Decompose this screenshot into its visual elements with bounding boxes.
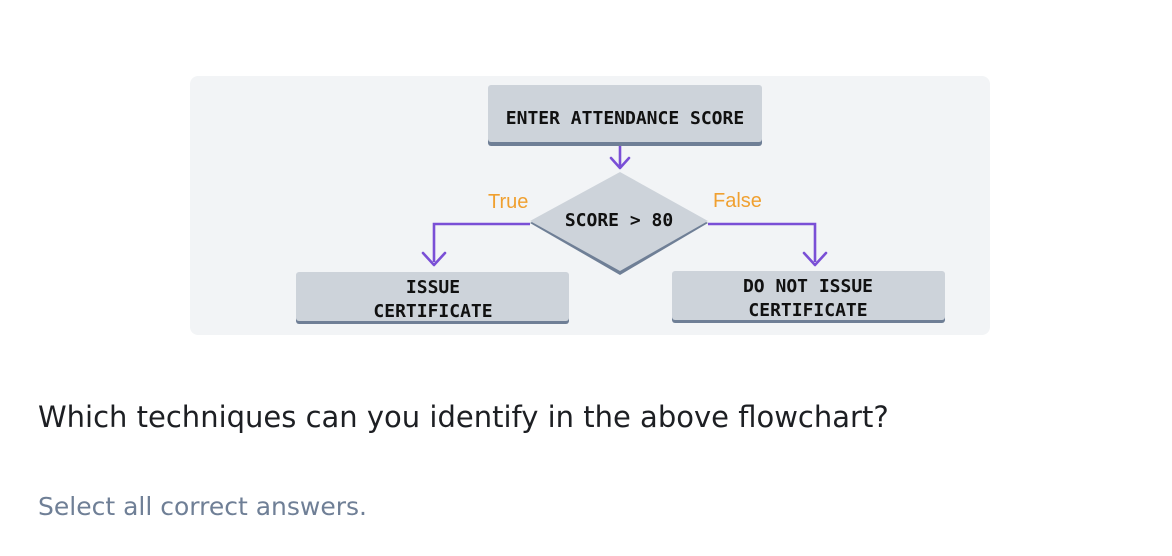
- arrow-false-branch: [708, 222, 817, 262]
- start-box: ENTER ATTENDANCE SCORE: [488, 85, 762, 146]
- false-label: False: [713, 190, 762, 212]
- question-text: Which techniques can you identify in the…: [38, 400, 889, 434]
- do-not-issue-certificate-box: DO NOT ISSUE CERTIFICATE: [672, 271, 945, 323]
- decision-label: SCORE > 80: [565, 210, 673, 231]
- issue-certificate-box: ISSUE CERTIFICATE: [296, 272, 569, 324]
- arrow-true-branch: [432, 222, 530, 262]
- flowchart-panel: ENTER ATTENDANCE SCORE SCORE > 80 True F…: [190, 76, 990, 335]
- issue-certificate-line2: CERTIFICATE: [373, 301, 492, 322]
- decision-diamond: SCORE > 80: [530, 172, 708, 275]
- do-not-issue-line1: DO NOT ISSUE: [743, 276, 873, 297]
- true-label: True: [488, 191, 528, 213]
- do-not-issue-line2: CERTIFICATE: [748, 300, 867, 321]
- instruction-text: Select all correct answers.: [38, 492, 367, 521]
- start-box-label: ENTER ATTENDANCE SCORE: [506, 108, 744, 129]
- flowchart-diagram: ENTER ATTENDANCE SCORE SCORE > 80 True F…: [296, 85, 945, 324]
- issue-certificate-line1: ISSUE: [406, 277, 460, 298]
